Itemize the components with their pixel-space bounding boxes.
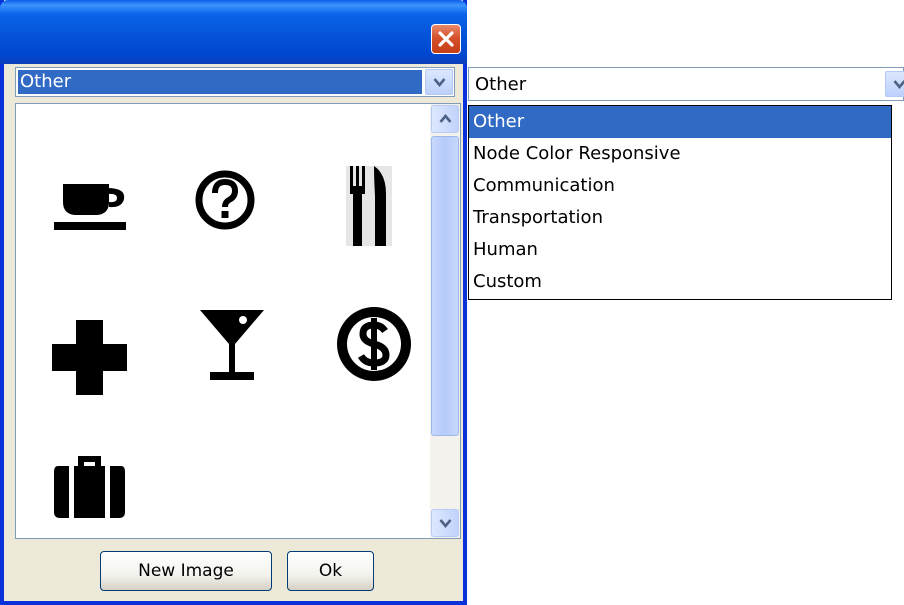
chevron-down-icon: [893, 80, 904, 90]
new-image-button[interactable]: New Image: [100, 551, 272, 591]
scroll-thumb[interactable]: [431, 136, 459, 436]
title-bar[interactable]: [0, 0, 467, 64]
scroll-down-button[interactable]: [431, 509, 459, 537]
close-icon: [438, 31, 454, 47]
dollar-coin-icon[interactable]: [334, 304, 414, 384]
category-dropdown-list: Other Node Color Responsive Communicatio…: [468, 105, 892, 300]
plus-cross-icon[interactable]: [52, 320, 127, 395]
chevron-down-icon: [433, 78, 446, 88]
category-dropdown-value: Other: [475, 74, 527, 95]
category-combo[interactable]: Other: [15, 67, 455, 97]
chevron-down-icon: [439, 519, 452, 529]
icon-picker-dialog: Other New Image Ok: [0, 0, 467, 605]
briefcase-icon[interactable]: [52, 454, 127, 520]
coffee-cup-icon[interactable]: [54, 182, 134, 232]
question-mark-icon[interactable]: [194, 169, 256, 231]
dropdown-option-custom[interactable]: Custom: [469, 266, 891, 298]
category-dropdown[interactable]: Other: [468, 67, 904, 101]
category-combo-arrow-button[interactable]: [425, 69, 453, 95]
dropdown-option-node-color-responsive[interactable]: Node Color Responsive: [469, 138, 891, 170]
close-button[interactable]: [431, 24, 461, 54]
icon-grid-scrollbar[interactable]: [430, 104, 460, 538]
dropdown-option-other[interactable]: Other: [469, 106, 891, 138]
category-dropdown-arrow-button[interactable]: [885, 71, 904, 97]
dropdown-option-communication[interactable]: Communication: [469, 170, 891, 202]
ok-button[interactable]: Ok: [287, 551, 374, 591]
cocktail-glass-icon[interactable]: [198, 308, 266, 384]
icon-grid: [15, 103, 461, 539]
dropdown-option-human[interactable]: Human: [469, 234, 891, 266]
category-combo-value: Other: [18, 70, 422, 94]
fork-knife-icon[interactable]: [346, 166, 392, 246]
chevron-up-icon: [439, 114, 452, 123]
scroll-up-button[interactable]: [431, 105, 459, 133]
dropdown-option-transportation[interactable]: Transportation: [469, 202, 891, 234]
